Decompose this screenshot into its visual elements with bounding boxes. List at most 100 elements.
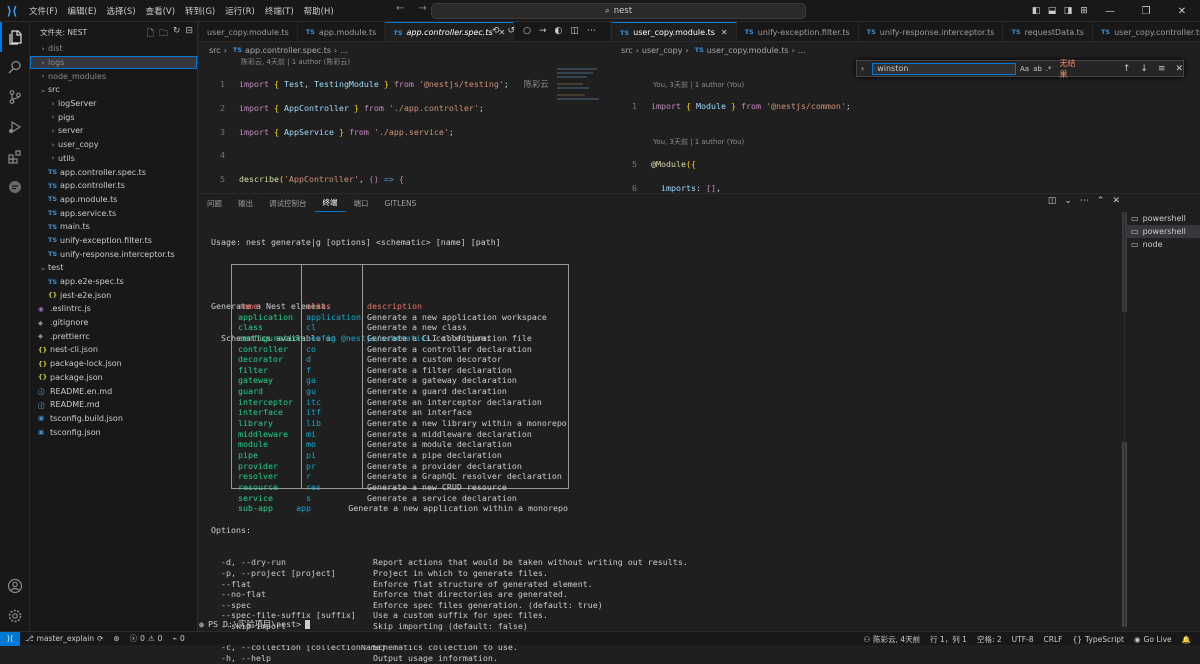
codelens-blame-left[interactable]: 陈彩云, 4天前 | 1 author (陈彩云) bbox=[241, 57, 350, 67]
restore-window-icon[interactable]: ❐ bbox=[1128, 6, 1164, 17]
revert-icon[interactable]: ↺ bbox=[508, 26, 516, 36]
folder-dist[interactable]: › dist bbox=[30, 42, 197, 56]
file-unify-exception-filter-ts[interactable]: TS unify-exception.filter.ts bbox=[30, 234, 197, 248]
find-input[interactable]: winston bbox=[872, 62, 1016, 75]
source-control-icon[interactable] bbox=[0, 82, 30, 112]
terminal-instance-0[interactable]: ▭ powershell bbox=[1125, 212, 1200, 225]
extensions-icon[interactable] bbox=[0, 142, 30, 172]
more-actions-icon[interactable]: ⋯ bbox=[1080, 196, 1089, 206]
next-match-icon[interactable]: ↓ bbox=[1140, 64, 1148, 74]
editor-tab-right-unify-exception-filter-ts[interactable]: TS unify-exception.filter.ts bbox=[737, 22, 859, 41]
remote-icon[interactable]: ⟩⟨ bbox=[0, 631, 20, 646]
right-code-editor-bottom[interactable]: 5@Module({ 6 imports: [], 7}) 8export cl… bbox=[611, 147, 1171, 193]
left-minimap[interactable] bbox=[557, 66, 605, 126]
encoding[interactable]: UTF-8 bbox=[1007, 635, 1039, 644]
file-app-controller-ts[interactable]: TS app.controller.ts bbox=[30, 179, 197, 193]
close-panel-icon[interactable]: ✕ bbox=[1112, 196, 1120, 206]
panel-tab-3[interactable]: 终端 bbox=[314, 194, 346, 212]
blame-status[interactable]: ⚇ 陈彩云, 4天前 bbox=[858, 634, 925, 645]
minimize-window-icon[interactable]: — bbox=[1092, 6, 1128, 17]
split-editor-icon[interactable]: ◫ bbox=[570, 26, 579, 36]
back-arrow-icon[interactable]: ← bbox=[396, 3, 404, 14]
file-tsconfig-json[interactable]: ▣ tsconfig.json bbox=[30, 425, 197, 439]
folder-pigs[interactable]: › pigs bbox=[30, 110, 197, 124]
circle-icon[interactable]: ○ bbox=[523, 26, 531, 36]
cursor-position[interactable]: 行 1，列 1 bbox=[925, 634, 972, 645]
maximize-panel-icon[interactable]: ⌃ bbox=[1097, 196, 1105, 206]
problems-status[interactable]: ⓧ 0 ⚠ 0 bbox=[125, 633, 168, 644]
panel-tab-2[interactable]: 调试控制台 bbox=[261, 194, 315, 212]
file-main-ts[interactable]: TS main.ts bbox=[30, 220, 197, 234]
toggle-secondary-sidebar-icon[interactable]: ◨ bbox=[1060, 6, 1076, 16]
indentation[interactable]: 空格: 2 bbox=[972, 634, 1007, 645]
chevron-down-icon[interactable]: ⌄ bbox=[1064, 196, 1072, 206]
match-whole-word-toggle[interactable]: ab bbox=[1033, 65, 1042, 73]
chat-icon[interactable] bbox=[0, 172, 30, 202]
breadcrumb-folder-right[interactable]: user_copy bbox=[642, 46, 683, 55]
terminal-instance-1[interactable]: ▭ powershell bbox=[1125, 225, 1200, 238]
menu-item-3[interactable]: 查看(V) bbox=[141, 5, 180, 17]
menu-item-5[interactable]: 运行(R) bbox=[220, 5, 260, 17]
folder-src[interactable]: ⌄ src bbox=[30, 83, 197, 97]
folder-node_modules[interactable]: › node_modules bbox=[30, 69, 197, 83]
menu-item-0[interactable]: 文件(F) bbox=[24, 5, 63, 17]
folder-test[interactable]: ⌄ test bbox=[30, 261, 197, 275]
breadcrumb-file[interactable]: app.controller.spec.ts bbox=[245, 46, 331, 55]
more-actions-icon[interactable]: ⋯ bbox=[587, 26, 596, 36]
toggle-panel-icon[interactable]: ⬓ bbox=[1044, 6, 1060, 16]
search-view-icon[interactable] bbox=[0, 52, 30, 82]
manage-gear-icon[interactable] bbox=[0, 601, 30, 631]
editor-tab-app-module-ts[interactable]: TS app.module.ts bbox=[298, 22, 386, 41]
breadcrumb-src[interactable]: src bbox=[209, 46, 221, 55]
file-app-service-ts[interactable]: TS app.service.ts bbox=[30, 206, 197, 220]
right-code-editor-top[interactable]: 1 import { Module } from '@nestjs/common'… bbox=[611, 89, 1171, 126]
find-in-selection-icon[interactable]: ≡ bbox=[1158, 64, 1166, 74]
file-README-en-md[interactable]: ⓘ README.en.md bbox=[30, 384, 197, 398]
run-debug-icon[interactable] bbox=[0, 112, 30, 142]
file--eslintrc-js[interactable]: ◉ .eslintrc.js bbox=[30, 302, 197, 316]
menu-item-1[interactable]: 编辑(E) bbox=[63, 5, 102, 17]
file-nest-cli-json[interactable]: {} nest-cli.json bbox=[30, 343, 197, 357]
file-tsconfig-build-json[interactable]: ▣ tsconfig.build.json bbox=[30, 412, 197, 426]
panel-tab-5[interactable]: GITLENS bbox=[377, 194, 425, 212]
folder-logs[interactable]: › logs bbox=[30, 55, 197, 70]
panel-tab-0[interactable]: 问题 bbox=[199, 194, 230, 212]
file--gitignore[interactable]: ◆ .gitignore bbox=[30, 316, 197, 330]
editor-tab-user_copy-module-ts[interactable]: user_copy.module.ts bbox=[199, 22, 298, 41]
collapse-all-icon[interactable]: ⊟ bbox=[185, 26, 193, 42]
file-package-lock-json[interactable]: {} package-lock.json bbox=[30, 357, 197, 371]
panel-tab-1[interactable]: 输出 bbox=[230, 194, 261, 212]
file-unify-response-interceptor-ts[interactable]: TS unify-response.interceptor.ts bbox=[30, 247, 197, 261]
menu-item-4[interactable]: 转到(G) bbox=[180, 5, 220, 17]
customize-layout-icon[interactable]: ⊞ bbox=[1076, 6, 1092, 16]
file-app-e2e-spec-ts[interactable]: TS app.e2e-spec.ts bbox=[30, 275, 197, 289]
go-live-button[interactable]: ◉ Go Live bbox=[1129, 635, 1177, 644]
use-regex-toggle[interactable]: .* bbox=[1046, 65, 1052, 73]
file-app-module-ts[interactable]: TS app.module.ts bbox=[30, 193, 197, 207]
editor-tab-right-user_copy-controller-ts[interactable]: TS user_copy.controller.ts bbox=[1093, 22, 1200, 41]
folder-logServer[interactable]: › logServer bbox=[30, 97, 197, 111]
close-window-icon[interactable]: ✕ bbox=[1164, 6, 1200, 17]
toggle-replace-icon[interactable]: › bbox=[861, 64, 864, 73]
new-folder-icon[interactable]: 🗀 bbox=[159, 26, 168, 42]
account-icon[interactable] bbox=[0, 571, 30, 601]
close-find-icon[interactable]: ✕ bbox=[1175, 64, 1183, 74]
breadcrumb-more-right[interactable]: ... bbox=[798, 46, 806, 55]
folder-server[interactable]: › server bbox=[30, 124, 197, 138]
codelens-blame-right-2[interactable]: You, 3天前 | 1 author (You) bbox=[653, 137, 744, 147]
branch-status[interactable]: ⎇ master_explain ⟳ bbox=[20, 634, 108, 643]
editor-tab-right-unify-response-interceptor-ts[interactable]: TS unify-response.interceptor.ts bbox=[859, 22, 1004, 41]
file--prettierrc[interactable]: ◆ .prettierrc bbox=[30, 329, 197, 343]
panel-tab-4[interactable]: 端口 bbox=[346, 194, 377, 212]
end-of-line[interactable]: CRLF bbox=[1039, 635, 1068, 644]
ports-status[interactable]: ⌁ 0 bbox=[167, 634, 189, 643]
file-jest-e2e-json[interactable]: {} jest-e2e.json bbox=[30, 288, 197, 302]
command-center-search[interactable]: ⌕ nest bbox=[431, 3, 806, 19]
file-app-controller-spec-ts[interactable]: TS app.controller.spec.ts bbox=[30, 165, 197, 179]
match-case-toggle[interactable]: Aa bbox=[1020, 65, 1029, 73]
breadcrumb-src-right[interactable]: src bbox=[621, 46, 633, 55]
terminal-instance-2[interactable]: ▭ node bbox=[1125, 238, 1200, 251]
close-tab-icon[interactable]: ✕ bbox=[721, 28, 728, 37]
gitlens-status[interactable]: ⊛ bbox=[108, 634, 124, 643]
left-code-editor[interactable]: 1 import { Test, TestingModule } from '@n… bbox=[199, 67, 554, 193]
